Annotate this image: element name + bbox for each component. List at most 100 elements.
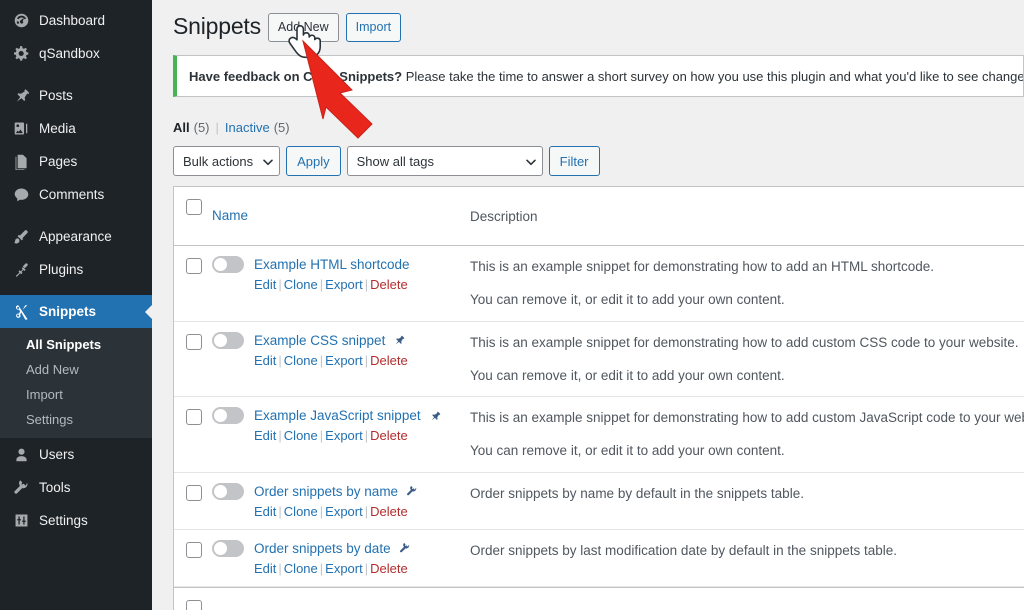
page-header: Snippets Add New Import [173,9,1024,45]
apply-button[interactable]: Apply [286,146,341,176]
pushpin-icon [429,410,441,422]
export-link[interactable]: Export [325,277,363,292]
delete-link[interactable]: Delete [370,428,408,443]
filter-link-all[interactable]: All [173,120,190,135]
row-checkbox[interactable] [186,484,202,501]
table-row: Example JavaScript snippet Edit | Clone | Exp… [174,397,1024,473]
sidebar-item-appearance[interactable]: Appearance [0,220,152,253]
description-line-2: You can remove it, or edit it to add you… [470,367,785,383]
row-name-cell: Order snippets by date Edit | Clone | Export |… [212,530,470,586]
clone-link[interactable]: Clone [284,353,318,368]
table-footer-row: Name Description [174,586,1024,610]
submenu-item-add-new[interactable]: Add New [0,357,152,382]
edit-link[interactable]: Edit [254,561,276,576]
sidebar-item-snippets[interactable]: Snippets [0,295,152,328]
filter-link-inactive[interactable]: Inactive [225,120,270,135]
row-select-cell [174,246,212,274]
sidebar-item-label: qSandbox [39,46,100,61]
sidebar-item-label: Snippets [39,304,97,319]
clone-link[interactable]: Clone [284,504,318,519]
delete-link[interactable]: Delete [370,561,408,576]
sidebar-item-pages[interactable]: Pages [0,145,152,178]
clone-link[interactable]: Clone [284,561,318,576]
sidebar-item-dashboard[interactable]: Dashboard [0,4,152,37]
column-header-name[interactable]: Name [212,197,470,234]
sidebar-item-users[interactable]: Users [0,438,152,471]
admin-sidebar: Dashboard qSandbox Posts Media Pages Comments… [0,0,152,610]
sidebar-item-label: Tools [39,480,71,495]
select-all-checkbox-footer[interactable] [186,599,202,610]
import-button[interactable]: Import [345,12,402,42]
sidebar-item-qsandbox[interactable]: qSandbox [0,37,152,70]
clone-link[interactable]: Clone [284,428,318,443]
snippet-activate-toggle[interactable] [212,482,244,500]
action-separator: | [278,277,282,292]
tags-value: Show all tags [356,153,434,169]
row-description-cell: Order snippets by last modification date… [470,530,1024,571]
select-all-checkbox[interactable] [186,199,202,215]
snippet-activate-toggle[interactable] [212,539,244,557]
sidebar-item-plugins[interactable]: Plugins [0,253,152,286]
delete-link[interactable]: Delete [370,353,408,368]
header-name-cell: Name [212,187,470,244]
header-description-cell: Description [470,187,1024,245]
export-link[interactable]: Export [325,561,363,576]
edit-link[interactable]: Edit [254,353,276,368]
sidebar-item-settings[interactable]: Settings [0,504,152,537]
sidebar-menu-top: Dashboard qSandbox Posts Media Pages Comments… [0,4,152,537]
column-footer-name[interactable]: Name [212,598,470,610]
sidebar-item-tools[interactable]: Tools [0,471,152,504]
export-link[interactable]: Export [325,428,363,443]
snippet-name-link[interactable]: Order snippets by name [254,484,398,499]
row-checkbox[interactable] [186,541,202,558]
sidebar-item-label: Settings [39,513,88,528]
snippet-name-link[interactable]: Example HTML shortcode [254,257,410,272]
submenu-item-import[interactable]: Import [0,382,152,407]
snippet-name-link[interactable]: Example CSS snippet [254,333,385,348]
clone-link[interactable]: Clone [284,277,318,292]
row-checkbox[interactable] [186,258,202,274]
delete-link[interactable]: Delete [370,504,408,519]
edit-link[interactable]: Edit [254,277,276,292]
delete-link[interactable]: Delete [370,277,408,292]
edit-link[interactable]: Edit [254,428,276,443]
notice-text: Have feedback on Code Snippets? Please t… [189,69,1023,84]
filter-separator: | [215,120,219,135]
sidebar-item-comments[interactable]: Comments [0,178,152,211]
snippet-name-link[interactable]: Order snippets by date [254,541,391,556]
sidebar-item-posts[interactable]: Posts [0,79,152,112]
row-actions: Edit | Clone | Export | Delete [254,561,470,576]
add-new-button[interactable]: Add New [267,12,339,42]
submenu-item-settings[interactable]: Settings [0,407,152,432]
table-row: Order snippets by date Edit | Clone | Export |… [174,530,1024,587]
submenu-item-all-snippets[interactable]: All Snippets [0,332,152,357]
row-select-cell [174,397,212,425]
tags-select[interactable]: Show all tags [346,146,543,176]
filter-button[interactable]: Filter [548,146,600,176]
column-footer-description: Description [470,599,1024,610]
row-actions: Edit | Clone | Export | Delete [254,277,470,292]
edit-link[interactable]: Edit [254,504,276,519]
row-select-cell [174,473,212,501]
action-separator: | [278,503,282,519]
row-checkbox[interactable] [186,409,202,425]
snippet-name-link[interactable]: Example JavaScript snippet [254,408,421,423]
snippet-activate-toggle[interactable] [212,331,244,349]
sidebar-separator [0,286,152,295]
bulk-actions-select[interactable]: Bulk actions [173,146,281,176]
row-checkbox[interactable] [186,333,202,350]
table-header-row: Name Description [174,187,1024,246]
export-link[interactable]: Export [325,353,363,368]
snippets-table: Name Description Example HTML shortcode E… [173,186,1024,610]
pin-icon [10,86,32,106]
row-name-cell: Example JavaScript snippet Edit | Clone | Exp… [212,397,470,453]
export-link[interactable]: Export [325,504,363,519]
snippet-activate-toggle[interactable] [212,256,244,273]
sidebar-item-media[interactable]: Media [0,112,152,145]
snippet-activate-toggle[interactable] [212,407,244,424]
table-row: Order snippets by name Edit | Clone | Export |… [174,473,1024,530]
settings-icon [10,511,32,531]
status-filter-links: All (5) | Inactive (5) [173,120,1024,135]
media-icon [10,119,32,139]
table-row: Example HTML shortcode Edit | Clone | Export |… [174,246,1024,322]
